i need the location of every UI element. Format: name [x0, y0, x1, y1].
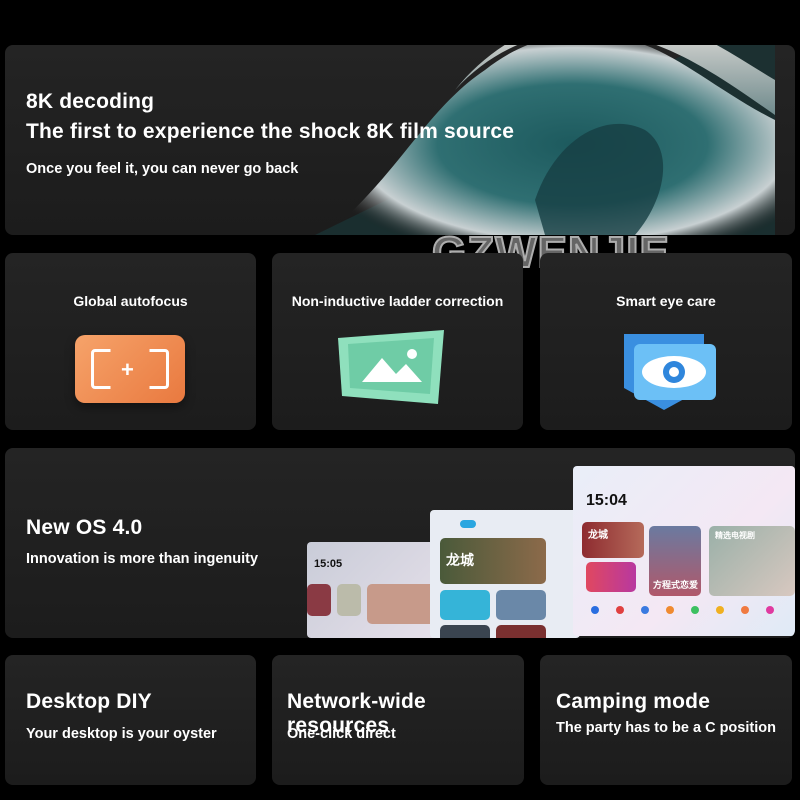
image-keystone-icon: [338, 330, 444, 404]
card-subtitle: Your desktop is your oyster: [26, 726, 217, 742]
screen-time: 15:04: [586, 492, 627, 509]
feature-card-autofocus: Global autofocus +: [5, 253, 256, 430]
network-resources-card: Network-wide resources One-click direct: [272, 655, 524, 785]
os-card: New OS 4.0 Innovation is more than ingen…: [5, 448, 795, 638]
os-title: New OS 4.0: [26, 516, 143, 539]
card-subtitle: The party has to be a C position: [556, 720, 776, 736]
feature-label: Smart eye care: [616, 293, 716, 309]
os-subtitle: Innovation is more than ingenuity: [26, 551, 259, 567]
hero-card: 8K decoding The first to experience the …: [5, 45, 795, 235]
screen-tile-title: 龙城: [588, 530, 608, 541]
hero-title: 8K decoding: [26, 90, 155, 113]
screen-tile-title: 龙城: [446, 552, 474, 568]
desktop-diy-card: Desktop DIY Your desktop is your oyster: [5, 655, 256, 785]
card-title: Camping mode: [556, 690, 711, 713]
card-subtitle: One-click direct: [287, 726, 396, 742]
os-screen-middle: 龙城: [430, 510, 580, 638]
os-screen-left: 15:05: [307, 542, 437, 638]
screen-time: 15:05: [314, 558, 343, 570]
hero-headline: The first to experience the shock 8K fil…: [26, 120, 515, 143]
feature-card-keystone: Non-inductive ladder correction: [272, 253, 523, 430]
feature-label: Global autofocus: [73, 293, 188, 309]
screen-tile-title: 精选电视剧: [715, 531, 755, 540]
feature-label: Non-inductive ladder correction: [291, 293, 504, 309]
hero-subtitle: Once you feel it, you can never go back: [26, 161, 299, 177]
autofocus-icon: +: [75, 335, 185, 403]
feature-card-eye-care: Smart eye care: [540, 253, 792, 430]
card-title: Desktop DIY: [26, 690, 152, 713]
screen-tile-title: 方程式恋爱: [653, 580, 699, 590]
camping-mode-card: Camping mode The party has to be a C pos…: [540, 655, 792, 785]
os-screen-right: 15:04 龙城 方程式恋爱 精选电视剧: [573, 466, 795, 636]
eye-icon: [624, 334, 716, 410]
